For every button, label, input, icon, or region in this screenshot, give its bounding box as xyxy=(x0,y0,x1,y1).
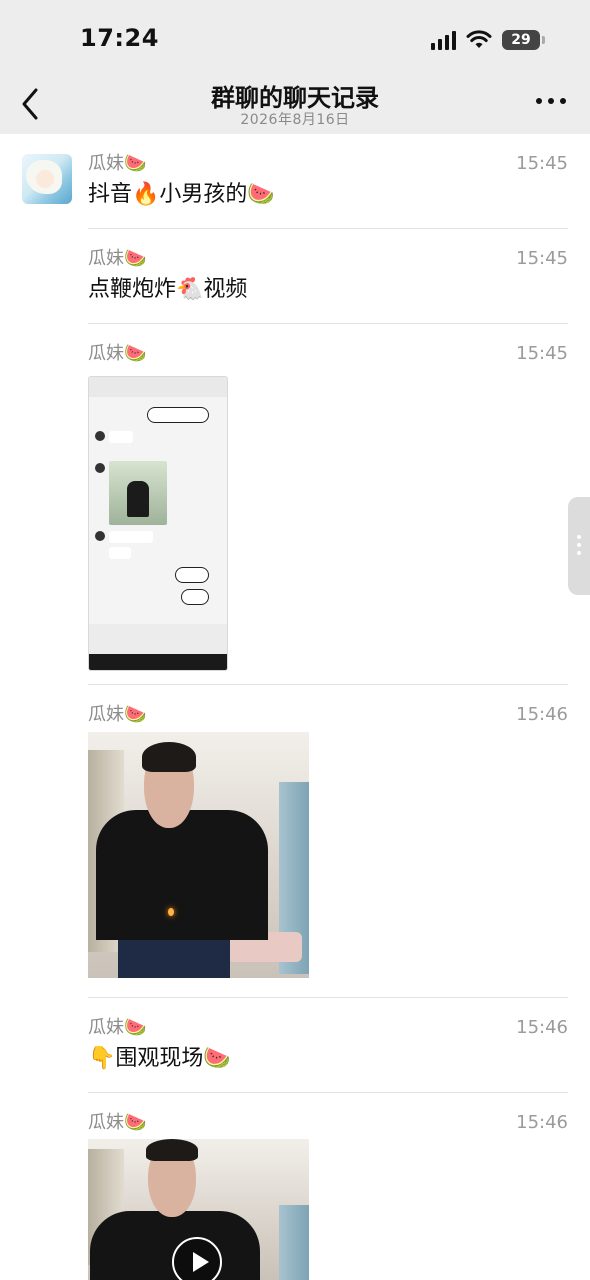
sender-name: 瓜妹🍉 xyxy=(88,248,147,269)
message-text[interactable]: 👇围观现场🍉 xyxy=(88,1044,231,1074)
message-time: 15:46 xyxy=(516,1112,568,1133)
message-item: 瓜妹🍉 15:46 xyxy=(88,704,568,979)
message-time: 15:45 xyxy=(516,343,568,364)
divider xyxy=(88,1092,568,1093)
message-text[interactable]: 抖音🔥小男孩的🍉 xyxy=(88,180,275,210)
message-item: 瓜妹🍉 15:46 👇围观现场🍉 xyxy=(88,1017,568,1077)
cellular-signal-icon xyxy=(431,30,456,50)
sender-name: 瓜妹🍉 xyxy=(88,153,147,174)
page-subtitle: 2026年8月16日 xyxy=(240,112,350,128)
video-thumbnail[interactable] xyxy=(88,1139,309,1280)
divider xyxy=(88,228,568,229)
message-text[interactable]: 点鞭炮炸🐔视频 xyxy=(88,275,247,305)
message-time: 15:45 xyxy=(516,153,568,174)
message-item: 瓜妹🍉 15:45 xyxy=(88,343,568,673)
message-time: 15:45 xyxy=(516,248,568,269)
status-time: 17:24 xyxy=(80,24,159,52)
divider xyxy=(88,997,568,998)
avatar[interactable] xyxy=(22,154,72,204)
message-item: 瓜妹🍉 15:46 xyxy=(88,1112,568,1280)
sender-name: 瓜妹🍉 xyxy=(88,704,147,725)
message-item: 瓜妹🍉 15:45 点鞭炮炸🐔视频 xyxy=(88,248,568,308)
navigation-bar: 17:24 29 群聊的聊天记录 2026年8月16日 xyxy=(0,0,590,134)
screenshot-image[interactable] xyxy=(88,376,228,671)
divider xyxy=(88,684,568,685)
battery-icon: 29 xyxy=(502,30,545,50)
message-time: 15:46 xyxy=(516,704,568,725)
sender-name: 瓜妹🍉 xyxy=(88,1112,147,1133)
play-icon[interactable] xyxy=(172,1237,222,1280)
divider xyxy=(88,323,568,324)
sender-name: 瓜妹🍉 xyxy=(88,343,147,364)
page-title: 群聊的聊天记录 xyxy=(211,84,379,112)
more-options-button[interactable] xyxy=(536,98,566,104)
status-icons: 29 xyxy=(431,27,545,53)
side-drawer-handle[interactable] xyxy=(568,497,590,595)
message-time: 15:46 xyxy=(516,1017,568,1038)
sender-name: 瓜妹🍉 xyxy=(88,1017,147,1038)
wifi-icon xyxy=(466,30,492,48)
photo-image[interactable] xyxy=(88,732,309,978)
message-item: 瓜妹🍉 15:45 抖音🔥小男孩的🍉 xyxy=(88,153,568,213)
